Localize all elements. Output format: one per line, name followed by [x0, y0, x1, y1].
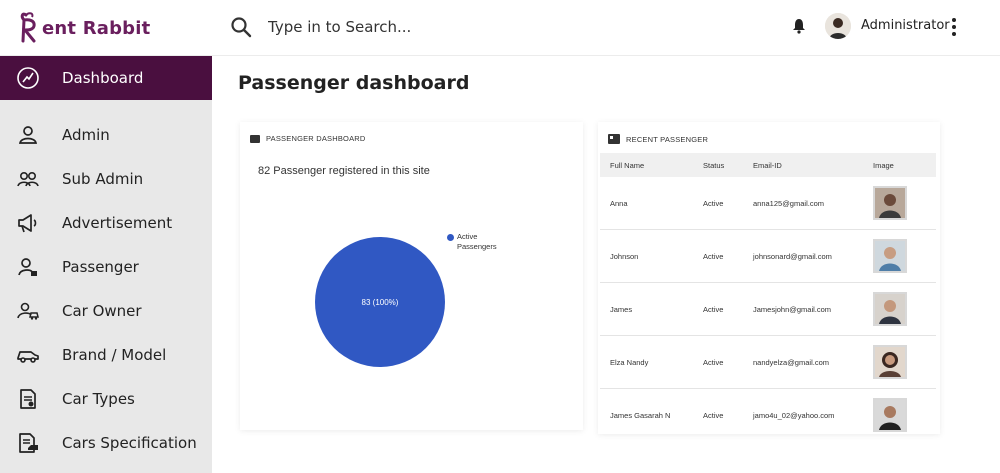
- column-header[interactable]: Image: [873, 161, 894, 170]
- rabbit-logo-icon: [20, 12, 36, 43]
- cell-status: Active: [703, 411, 724, 420]
- recent-passenger-card: RECENT PASSENGER Full Name Status Email-…: [598, 122, 940, 434]
- sidebar-item-admin[interactable]: Admin: [0, 113, 212, 157]
- passenger-photo[interactable]: [873, 186, 907, 220]
- person-photo-icon: [875, 188, 905, 218]
- person-photo-icon: [875, 347, 905, 377]
- dashboard-icon: [17, 67, 39, 89]
- sidebar-item-sub-admin[interactable]: Sub Admin: [0, 157, 212, 201]
- table-header: Full Name Status Email-ID Image: [600, 153, 936, 177]
- sidebar-item-dashboard[interactable]: Dashboard: [0, 56, 212, 100]
- more-options-icon[interactable]: [950, 17, 958, 37]
- person-photo-icon: [875, 241, 905, 271]
- cell-status: Active: [703, 199, 724, 208]
- chart-legend: Active Passengers: [447, 232, 497, 252]
- sidebar-item-car-types[interactable]: Car Types: [0, 377, 212, 421]
- specification-icon: [19, 433, 38, 453]
- cell-email: jamo4u_02@yahoo.com: [753, 411, 835, 420]
- logo-text: ent Rabbit: [42, 17, 151, 39]
- person-photo-icon: [875, 400, 905, 430]
- car-owner-icon: [17, 302, 39, 320]
- passenger-photo[interactable]: [873, 239, 907, 273]
- cell-name: Elza Nandy: [610, 358, 649, 367]
- pie-slice-label: 83 (100%): [362, 298, 399, 307]
- bell-icon[interactable]: [792, 18, 806, 34]
- passenger-photo[interactable]: [873, 398, 907, 432]
- sidebar-item-label: Dashboard: [62, 69, 144, 87]
- cell-email: johnsonard@gmail.com: [753, 252, 832, 261]
- search-input[interactable]: [268, 14, 688, 40]
- sidebar-item-label: Advertisement: [62, 214, 173, 232]
- legend-label: Active: [457, 232, 478, 241]
- sidebar: Dashboard Admin Sub Admin Advertisement …: [0, 56, 212, 473]
- cell-email: anna125@gmail.com: [753, 199, 824, 208]
- cell-status: Active: [703, 305, 724, 314]
- sidebar-item-label: Car Types: [62, 390, 135, 408]
- cell-name: Anna: [610, 199, 628, 208]
- avatar-icon: [825, 13, 851, 39]
- registered-count-text: 82 Passenger registered in this site: [258, 165, 430, 177]
- users-icon: [17, 172, 39, 187]
- cell-status: Active: [703, 252, 724, 261]
- card-header: PASSENGER DASHBOARD: [250, 134, 366, 143]
- top-bar: ent Rabbit Administrator: [0, 0, 1000, 56]
- page-title: Passenger dashboard: [238, 72, 470, 94]
- table-row[interactable]: Anna Active anna125@gmail.com: [600, 177, 936, 230]
- column-header[interactable]: Status: [703, 161, 724, 170]
- user-icon: [18, 126, 38, 144]
- card-title: RECENT PASSENGER: [626, 134, 709, 144]
- sidebar-item-label: Cars Specification: [62, 434, 197, 452]
- cell-name: Johnson: [610, 252, 639, 261]
- cell-name: James Gasarah N: [610, 411, 671, 420]
- column-header[interactable]: Full Name: [610, 161, 644, 170]
- card-title: PASSENGER DASHBOARD: [266, 134, 366, 143]
- card-header: RECENT PASSENGER: [608, 134, 708, 144]
- passenger-icon: [18, 258, 37, 276]
- sidebar-item-cars-specification[interactable]: Cars Specification: [0, 421, 212, 465]
- pie-chart: 83 (100%): [315, 237, 445, 367]
- user-avatar[interactable]: [825, 13, 851, 39]
- cell-status: Active: [703, 358, 724, 367]
- passenger-photo[interactable]: [873, 345, 907, 379]
- legend-label: Passengers: [457, 242, 497, 251]
- cell-name: James: [610, 305, 633, 314]
- column-header[interactable]: Email-ID: [753, 161, 782, 170]
- sidebar-item-label: Car Owner: [62, 302, 142, 320]
- person-photo-icon: [875, 294, 905, 324]
- sidebar-item-label: Passenger: [62, 258, 139, 276]
- logo[interactable]: ent Rabbit: [20, 10, 150, 46]
- user-name[interactable]: Administrator: [861, 18, 950, 33]
- table-row[interactable]: Johnson Active johnsonard@gmail.com: [600, 230, 936, 283]
- legend-dot: [447, 234, 454, 241]
- table-row[interactable]: James Gasarah N Active jamo4u_02@yahoo.c…: [600, 389, 936, 442]
- sidebar-item-label: Admin: [62, 126, 110, 144]
- sidebar-item-brand-model[interactable]: Brand / Model: [0, 333, 212, 377]
- sidebar-item-label: Brand / Model: [62, 346, 167, 364]
- sidebar-item-advertisement[interactable]: Advertisement: [0, 201, 212, 245]
- car-icon: [17, 351, 39, 363]
- card-header-icon: [250, 134, 260, 143]
- passenger-dashboard-card: PASSENGER DASHBOARD 82 Passenger registe…: [240, 122, 583, 430]
- sidebar-item-car-owner[interactable]: Car Owner: [0, 289, 212, 333]
- document-icon: [20, 389, 36, 409]
- sidebar-item-label: Sub Admin: [62, 170, 144, 188]
- sidebar-item-passenger[interactable]: Passenger: [0, 245, 212, 289]
- table-row[interactable]: Elza Nandy Active nandyelza@gmail.com: [600, 336, 936, 389]
- id-card-icon: [608, 134, 620, 144]
- table-row[interactable]: James Active Jamesjohn@gmail.com: [600, 283, 936, 336]
- passenger-photo[interactable]: [873, 292, 907, 326]
- cell-email: nandyelza@gmail.com: [753, 358, 829, 367]
- cell-email: Jamesjohn@gmail.com: [753, 305, 832, 314]
- megaphone-icon: [18, 214, 37, 233]
- search-icon[interactable]: [230, 16, 252, 38]
